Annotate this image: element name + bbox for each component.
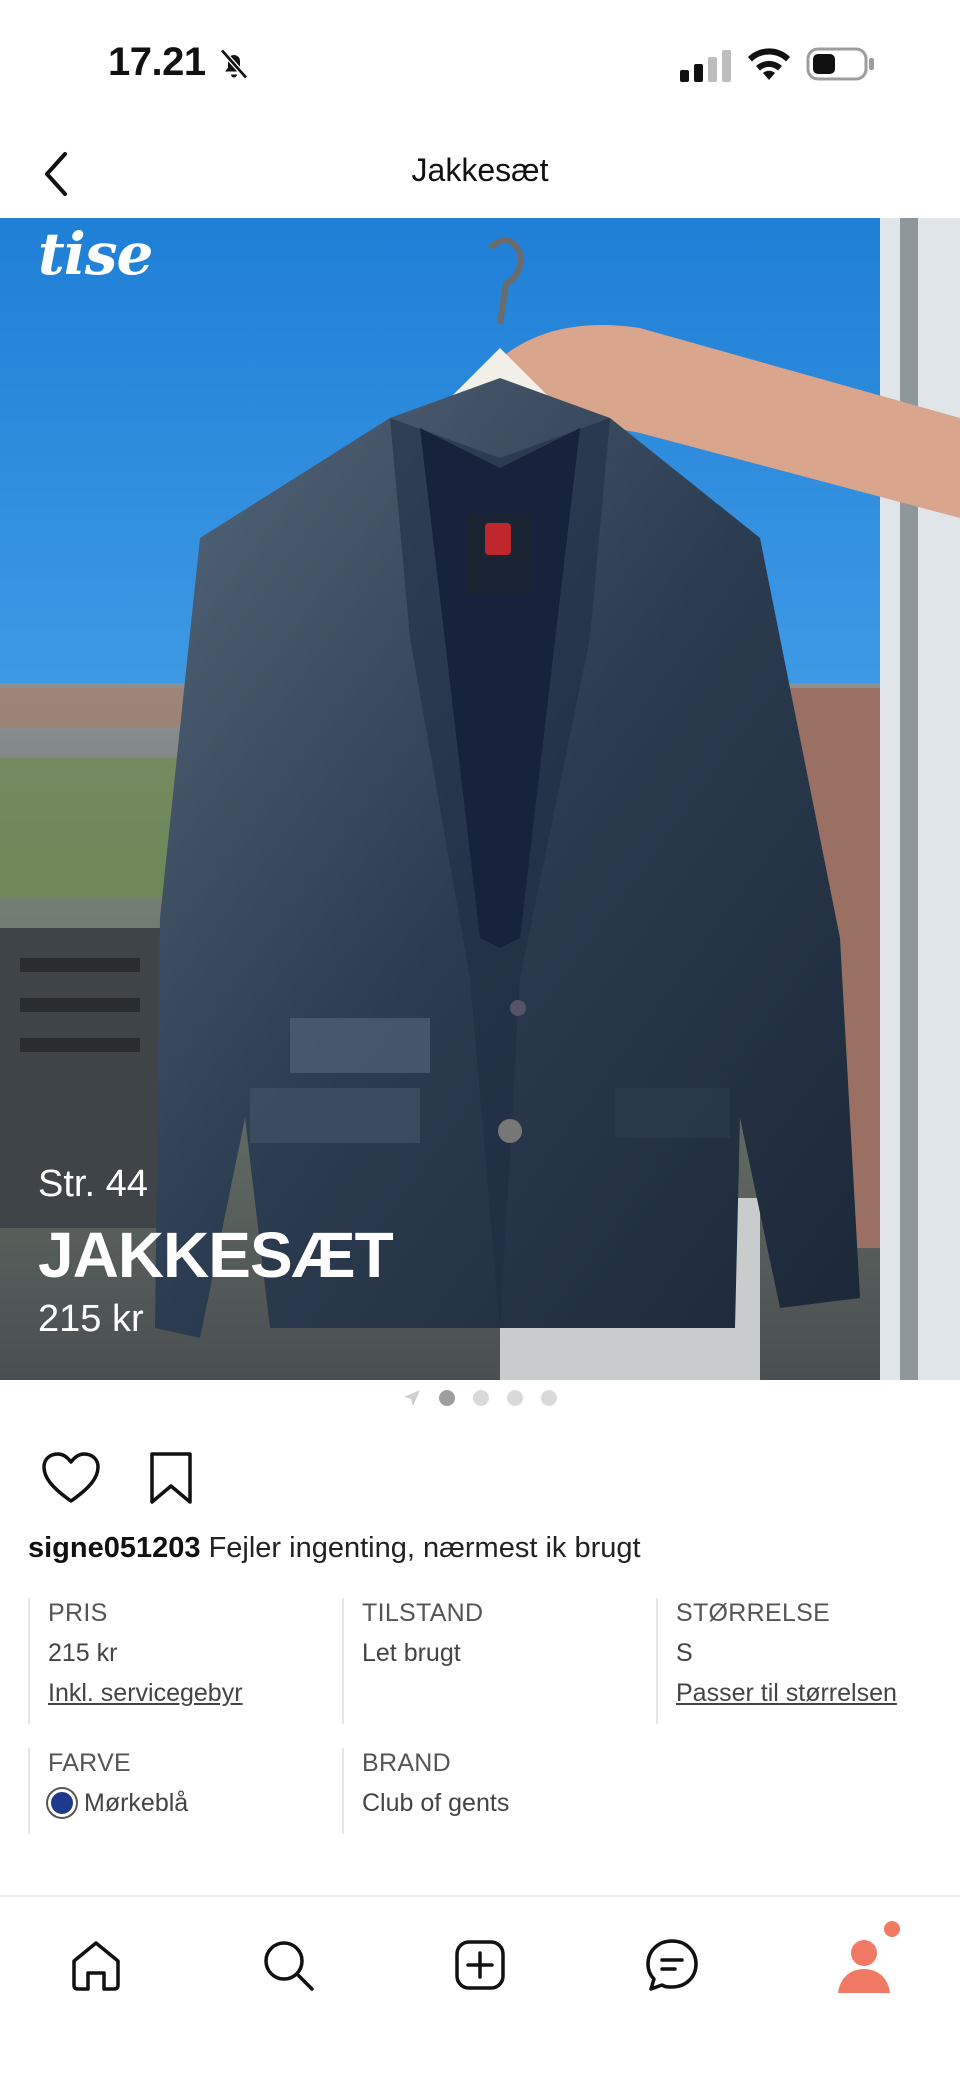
tab-bar <box>0 1895 960 2081</box>
description-text: Fejler ingenting, nærmest ik brugt <box>208 1532 641 1564</box>
detail-value: Club of gents <box>362 1789 510 1817</box>
battery-icon <box>806 47 874 81</box>
pager-dot[interactable] <box>541 1390 557 1406</box>
pager-dot[interactable] <box>473 1390 489 1406</box>
detail-size: STØRRELSE S Passer til størrelsen <box>656 1598 956 1724</box>
notification-dot <box>884 1921 900 1937</box>
tab-search[interactable] <box>240 1917 336 2013</box>
detail-label: TILSTAND <box>362 1599 484 1627</box>
detail-price: PRIS 215 kr Inkl. servicegebyr <box>28 1598 328 1724</box>
carousel-pager <box>0 1388 960 1408</box>
pager-dot[interactable] <box>507 1390 523 1406</box>
detail-label: PRIS <box>48 1599 108 1627</box>
chat-icon <box>646 1939 698 1991</box>
tab-home[interactable] <box>48 1917 144 2013</box>
wifi-icon <box>748 48 790 80</box>
action-row <box>40 1448 202 1508</box>
tab-add[interactable] <box>432 1917 528 2013</box>
product-image-carousel[interactable]: tise Str. 44 JAKKESÆT 215 kr <box>0 218 960 1380</box>
hero-title: JAKKESÆT <box>38 1219 394 1291</box>
tab-messages[interactable] <box>624 1917 720 2013</box>
nav-bar: Jakkesæt <box>0 130 960 218</box>
profile-icon <box>838 1940 890 1993</box>
details-grid: PRIS 215 kr Inkl. servicegebyr TILSTAND … <box>28 1598 932 1838</box>
details-row: PRIS 215 kr Inkl. servicegebyr TILSTAND … <box>28 1598 932 1748</box>
location-arrow-icon <box>404 1390 420 1406</box>
heart-icon <box>42 1452 100 1503</box>
bell-off-icon <box>220 48 248 80</box>
detail-value: 215 kr <box>48 1639 118 1667</box>
status-bar: 17.21 <box>0 0 960 130</box>
bookmark-icon <box>150 1452 192 1504</box>
detail-label: BRAND <box>362 1749 452 1777</box>
pager-dot[interactable] <box>439 1390 455 1406</box>
detail-value-row: Mørkeblå <box>48 1788 328 1818</box>
detail-condition: TILSTAND Let brugt <box>342 1598 642 1724</box>
size-fit-link[interactable]: Passer til størrelsen <box>676 1678 956 1708</box>
detail-label: FARVE <box>48 1749 132 1777</box>
seller-username[interactable]: signe051203 <box>28 1532 201 1564</box>
add-icon <box>455 1940 505 1990</box>
search-icon <box>264 1941 314 1991</box>
detail-color: FARVE Mørkeblå <box>28 1748 328 1834</box>
tab-profile[interactable] <box>816 1917 912 2013</box>
like-button[interactable] <box>40 1448 102 1508</box>
detail-brand: BRAND Club of gents <box>342 1748 642 1834</box>
details-row: FARVE Mørkeblå BRAND Club of gents <box>28 1748 932 1838</box>
service-fee-link[interactable]: Inkl. servicegebyr <box>48 1678 328 1708</box>
page-title: Jakkesæt <box>411 152 549 188</box>
save-button[interactable] <box>140 1448 202 1508</box>
tise-watermark: tise <box>38 220 153 288</box>
hero-price: 215 kr <box>38 1298 144 1340</box>
description: signe051203 Fejler ingenting, nærmest ik… <box>28 1532 641 1565</box>
home-icon <box>72 1941 120 1991</box>
status-time: 17.21 <box>108 40 206 84</box>
detail-value: Let brugt <box>362 1639 461 1667</box>
hero-size: Str. 44 <box>38 1163 148 1205</box>
detail-value: Mørkeblå <box>84 1789 189 1817</box>
color-swatch <box>48 1789 76 1817</box>
detail-value: S <box>676 1639 693 1667</box>
signal-icon <box>680 50 731 82</box>
detail-label: STØRRELSE <box>676 1599 831 1627</box>
